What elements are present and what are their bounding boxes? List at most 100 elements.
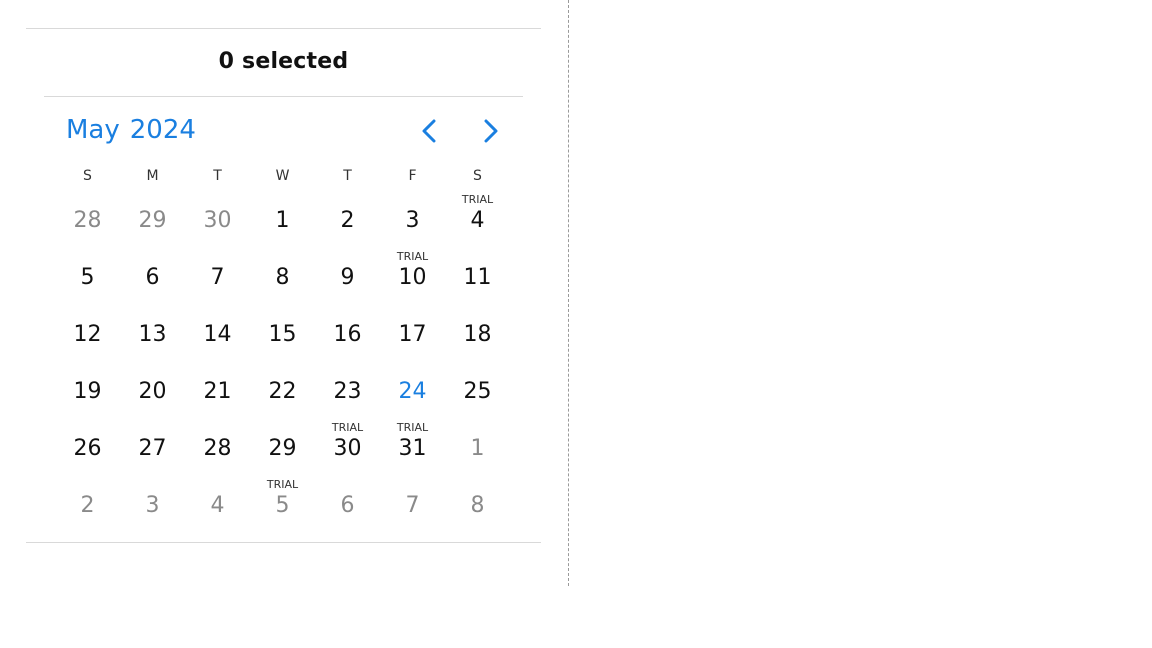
day-number: 5: [80, 265, 95, 290]
calendar-day[interactable]: 28: [55, 190, 120, 247]
day-number: 6: [145, 265, 160, 290]
day-number: 8: [275, 265, 290, 290]
calendar-day[interactable]: 15: [250, 304, 315, 361]
calendar-day[interactable]: 4: [185, 475, 250, 532]
calendar-day[interactable]: 17: [380, 304, 445, 361]
day-number: 1: [275, 208, 290, 233]
calendar-day[interactable]: 3: [380, 190, 445, 247]
calendar-day[interactable]: 29: [250, 418, 315, 475]
day-number: 12: [73, 322, 102, 347]
calendar-day[interactable]: 11: [445, 247, 510, 304]
day-number: 30: [203, 208, 232, 233]
day-number: 29: [138, 208, 167, 233]
year-label[interactable]: 2024: [130, 115, 196, 145]
day-number: 20: [138, 379, 167, 404]
calendar-day[interactable]: 14: [185, 304, 250, 361]
header-divider: [44, 96, 523, 97]
calendar-day[interactable]: 7: [380, 475, 445, 532]
day-number: 25: [463, 379, 492, 404]
day-number: 11: [463, 265, 492, 290]
day-number: 3: [405, 208, 420, 233]
day-number: 3: [145, 493, 160, 518]
calendar-day[interactable]: 2: [315, 190, 380, 247]
weekday-label: S: [473, 168, 482, 184]
calendar-day[interactable]: TRIAL 5: [250, 475, 315, 532]
calendar-day[interactable]: TRIAL 4: [445, 190, 510, 247]
selection-summary: 0 selected: [218, 49, 349, 74]
weekday-label: T: [213, 168, 222, 184]
vertical-divider: [568, 0, 569, 586]
calendar-day[interactable]: 30: [185, 190, 250, 247]
day-number: 5: [275, 493, 290, 518]
calendar-day[interactable]: 9: [315, 247, 380, 304]
day-number: 4: [470, 208, 485, 233]
calendar-day-today[interactable]: 24: [380, 361, 445, 418]
weekday-label: T: [343, 168, 352, 184]
calendar-day[interactable]: 6: [315, 475, 380, 532]
calendar-day[interactable]: 1: [445, 418, 510, 475]
day-number: 16: [333, 322, 362, 347]
day-number: 21: [203, 379, 232, 404]
calendar-day[interactable]: 22: [250, 361, 315, 418]
day-number: 23: [333, 379, 362, 404]
calendar-day[interactable]: 28: [185, 418, 250, 475]
calendar-day[interactable]: 18: [445, 304, 510, 361]
trial-badge: TRIAL: [331, 421, 364, 434]
day-number: 26: [73, 436, 102, 461]
trial-badge: TRIAL: [396, 421, 429, 434]
day-number: 9: [340, 265, 355, 290]
calendar-day[interactable]: TRIAL 30: [315, 418, 380, 475]
day-number: 15: [268, 322, 297, 347]
date-picker-panel: 0 selected May 2024 SMTWTFS 28 29 30 1 2 3 TRIA…: [26, 28, 541, 543]
month-label[interactable]: May: [66, 115, 120, 145]
calendar-day[interactable]: 7: [185, 247, 250, 304]
weekday-label: W: [275, 168, 290, 184]
weekday-label: S: [83, 168, 92, 184]
day-number: 22: [268, 379, 297, 404]
calendar-day[interactable]: 29: [120, 190, 185, 247]
day-number: 28: [203, 436, 232, 461]
day-number: 1: [470, 436, 485, 461]
trial-badge: TRIAL: [396, 250, 429, 263]
calendar-day[interactable]: 26: [55, 418, 120, 475]
calendar-day[interactable]: 16: [315, 304, 380, 361]
calendar-day[interactable]: 20: [120, 361, 185, 418]
calendar-day[interactable]: 8: [250, 247, 315, 304]
day-number: 28: [73, 208, 102, 233]
day-number: 6: [340, 493, 355, 518]
calendar-day[interactable]: 19: [55, 361, 120, 418]
trial-badge: TRIAL: [461, 193, 494, 206]
calendar-day[interactable]: 21: [185, 361, 250, 418]
calendar-day[interactable]: 27: [120, 418, 185, 475]
calendar-day[interactable]: 23: [315, 361, 380, 418]
chevron-left-icon: [422, 119, 436, 143]
trial-badge: TRIAL: [266, 478, 299, 491]
day-number: 18: [463, 322, 492, 347]
next-month-button[interactable]: [475, 115, 505, 147]
calendar-day[interactable]: TRIAL 10: [380, 247, 445, 304]
calendar-day[interactable]: 25: [445, 361, 510, 418]
day-number: 14: [203, 322, 232, 347]
previous-month-button[interactable]: [415, 115, 445, 147]
calendar-day[interactable]: TRIAL 31: [380, 418, 445, 475]
calendar-day[interactable]: 2: [55, 475, 120, 532]
day-number: 19: [73, 379, 102, 404]
day-number: 24: [398, 379, 427, 404]
calendar-day[interactable]: 1: [250, 190, 315, 247]
day-number: 4: [210, 493, 225, 518]
day-number: 8: [470, 493, 485, 518]
day-number: 17: [398, 322, 427, 347]
calendar-day[interactable]: 6: [120, 247, 185, 304]
weekday-label: M: [146, 168, 159, 184]
day-number: 10: [398, 265, 427, 290]
day-number: 2: [340, 208, 355, 233]
chevron-right-icon: [484, 119, 498, 143]
weekday-label: F: [408, 168, 417, 184]
calendar-day[interactable]: 13: [120, 304, 185, 361]
day-number: 7: [210, 265, 225, 290]
calendar-day[interactable]: 3: [120, 475, 185, 532]
calendar-day[interactable]: 12: [55, 304, 120, 361]
month-year-label[interactable]: May 2024: [66, 115, 196, 145]
calendar-day[interactable]: 8: [445, 475, 510, 532]
calendar-day[interactable]: 5: [55, 247, 120, 304]
